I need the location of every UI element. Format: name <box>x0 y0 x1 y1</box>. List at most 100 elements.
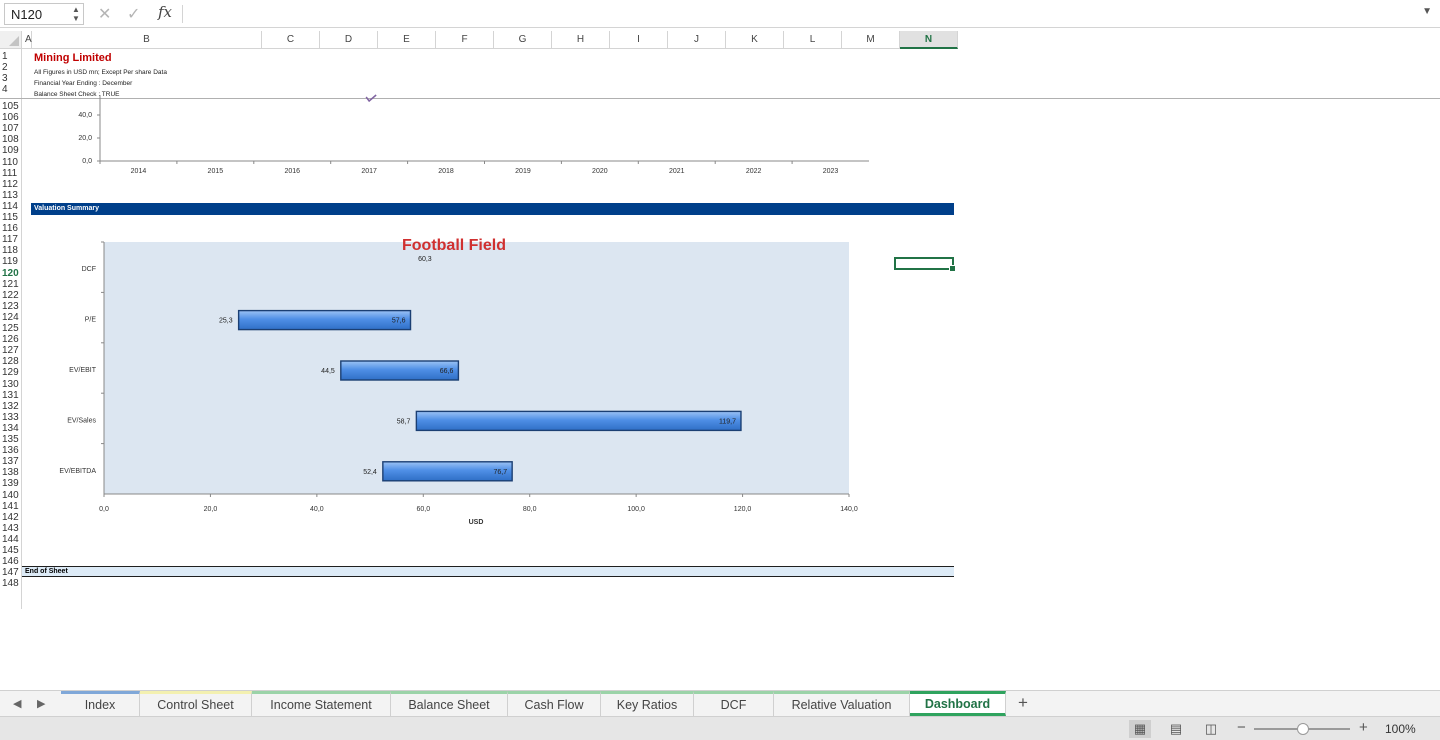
row-header-123[interactable]: 123 <box>0 301 22 312</box>
row-header-111[interactable]: 111 <box>0 168 22 179</box>
row-header-113[interactable]: 113 <box>0 190 22 201</box>
row-header-131[interactable]: 131 <box>0 390 22 401</box>
row-header-140[interactable]: 140 <box>0 490 22 501</box>
row-header-136[interactable]: 136 <box>0 446 22 456</box>
select-all-corner[interactable] <box>0 31 22 49</box>
row-header-122[interactable]: 122 <box>0 290 22 301</box>
row-header-127[interactable]: 127 <box>0 346 22 356</box>
sheet-tab-index[interactable]: Index <box>61 691 140 716</box>
row-header-124[interactable]: 124 <box>0 312 22 323</box>
row-header-142[interactable]: 142 <box>0 512 22 523</box>
grid-view-icon[interactable]: ▦ <box>1129 720 1151 738</box>
row-header-114[interactable]: 114 <box>0 201 22 212</box>
cancel-icon[interactable]: ✕ <box>98 4 111 24</box>
column-header-H[interactable]: H <box>552 31 610 49</box>
column-header-K[interactable]: K <box>726 31 784 49</box>
name-box-stepper-icon[interactable]: ▲ ▼ <box>71 5 81 23</box>
row-header-1[interactable]: 1 <box>0 52 22 62</box>
football-field-category-label: EV/EBIT <box>69 367 97 374</box>
row-header-138[interactable]: 138 <box>0 468 22 478</box>
name-box[interactable]: N120 ▲ ▼ <box>4 3 84 25</box>
row-header-120[interactable]: 120 <box>0 268 22 279</box>
zoom-slider-handle[interactable] <box>1297 723 1309 735</box>
column-header-G[interactable]: G <box>494 31 552 49</box>
row-header-3[interactable]: 3 <box>0 74 22 84</box>
prev-sheet-icon[interactable]: ◀ <box>13 697 21 710</box>
football-field-bar[interactable] <box>415 410 742 432</box>
column-header-L[interactable]: L <box>784 31 842 49</box>
row-header-109[interactable]: 109 <box>0 146 22 156</box>
page-layout-icon[interactable]: ▤ <box>1165 720 1187 738</box>
row-header-145[interactable]: 145 <box>0 546 22 556</box>
next-sheet-icon[interactable]: ▶ <box>37 697 45 710</box>
row-header-4[interactable]: 4 <box>0 85 22 95</box>
row-header-141[interactable]: 141 <box>0 501 22 512</box>
row-header-115[interactable]: 115 <box>0 213 22 223</box>
row-header-130[interactable]: 130 <box>0 379 22 390</box>
zoom-in-icon[interactable]: + <box>1359 719 1368 736</box>
zoom-level[interactable]: 100% <box>1385 722 1416 736</box>
column-header-C[interactable]: C <box>262 31 320 49</box>
row-header-129[interactable]: 129 <box>0 368 22 378</box>
row-header-134[interactable]: 134 <box>0 423 22 434</box>
column-header-M[interactable]: M <box>842 31 900 49</box>
row-header-108[interactable]: 108 <box>0 135 22 145</box>
row-header-132[interactable]: 132 <box>0 401 22 412</box>
row-header-135[interactable]: 135 <box>0 435 22 445</box>
column-header-A[interactable]: A <box>22 31 32 49</box>
column-header-D[interactable]: D <box>320 31 378 49</box>
football-field-bar[interactable] <box>237 309 412 331</box>
sheet-tab-key-ratios[interactable]: Key Ratios <box>601 691 694 716</box>
football-field-chart[interactable]: Football Field 0,0 20,0 40,0 60,0 80,0 100,0 12… <box>22 229 922 559</box>
football-field-low-label: 25,3 <box>219 318 233 325</box>
zoom-out-icon[interactable]: − <box>1237 719 1246 736</box>
column-header-J[interactable]: J <box>668 31 726 49</box>
column-header-F[interactable]: F <box>436 31 494 49</box>
row-header-126[interactable]: 126 <box>0 335 22 345</box>
row-header-107[interactable]: 107 <box>0 124 22 134</box>
row-header-144[interactable]: 144 <box>0 534 22 545</box>
expand-formula-bar-icon[interactable]: ▼ <box>1422 6 1432 17</box>
row-header-143[interactable]: 143 <box>0 523 22 534</box>
cell-area[interactable]: Mining Limited All Figures in USD mn; Ex… <box>22 49 1440 609</box>
page-break-icon[interactable]: ◫ <box>1200 720 1222 738</box>
row-header-125[interactable]: 125 <box>0 324 22 334</box>
enter-icon[interactable]: ✓ <box>127 4 140 24</box>
row-header-139[interactable]: 139 <box>0 479 22 489</box>
column-header-I[interactable]: I <box>610 31 668 49</box>
add-sheet-icon[interactable]: + <box>1018 693 1028 713</box>
row-header-105[interactable]: 105 <box>0 102 22 112</box>
column-header-N[interactable]: N <box>900 31 958 49</box>
worksheet-grid[interactable]: ABCDEFGHIJKLMN 1 2 3 4 105 106 107 108 109 110 111… <box>0 31 1440 689</box>
sheet-tab-relative-valuation[interactable]: Relative Valuation <box>774 691 910 716</box>
football-field-plot-area <box>104 242 849 494</box>
formula-input[interactable] <box>190 3 1420 25</box>
column-header-B[interactable]: B <box>32 31 262 49</box>
row-header-137[interactable]: 137 <box>0 457 22 467</box>
line-chart[interactable]: 0,0 20,0 40,0 2014 2015 2016 2017 2018 2019 2020 2… <box>22 49 922 189</box>
sheet-tab-control-sheet[interactable]: Control Sheet <box>140 691 252 716</box>
insert-function-icon[interactable]: fx <box>158 3 172 21</box>
sheet-tab-cash-flow[interactable]: Cash Flow <box>508 691 601 716</box>
row-header-2[interactable]: 2 <box>0 63 22 73</box>
column-header-E[interactable]: E <box>378 31 436 49</box>
row-header-121[interactable]: 121 <box>0 279 22 290</box>
row-header-147[interactable]: 147 <box>0 568 22 578</box>
status-bar: ▦ ▤ ◫ − + 100% <box>0 716 1440 740</box>
row-header-118[interactable]: 118 <box>0 246 22 256</box>
row-header-128[interactable]: 128 <box>0 357 22 367</box>
row-header-116[interactable]: 116 <box>0 224 22 234</box>
row-header-110[interactable]: 110 <box>0 157 22 168</box>
row-header-133[interactable]: 133 <box>0 412 22 423</box>
row-header-146[interactable]: 146 <box>0 557 22 567</box>
sheet-tab-balance-sheet[interactable]: Balance Sheet <box>391 691 508 716</box>
sheet-tab-dashboard[interactable]: Dashboard <box>910 691 1006 716</box>
row-header-119[interactable]: 119 <box>0 257 22 267</box>
row-header-148[interactable]: 148 <box>0 579 22 589</box>
row-header-112[interactable]: 112 <box>0 179 22 190</box>
row-header-117[interactable]: 117 <box>0 235 22 245</box>
sheet-tab-dcf[interactable]: DCF <box>694 691 774 716</box>
active-cell-N120[interactable] <box>894 257 956 272</box>
sheet-tab-income-statement[interactable]: Income Statement <box>252 691 391 716</box>
row-header-106[interactable]: 106 <box>0 113 22 123</box>
